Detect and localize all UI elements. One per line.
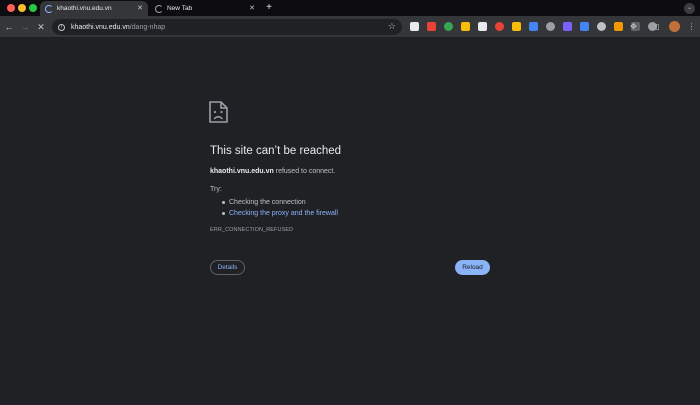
extension-icon-7[interactable]: [512, 22, 521, 31]
error-message-text: refused to connect.: [273, 168, 336, 175]
browser-window: khaothi.vnu.edu.vn ✕ New Tab ✕ + ⌄ ← → ✕…: [0, 0, 700, 405]
extension-icon-6[interactable]: [495, 22, 504, 31]
loading-spinner-icon: [45, 4, 53, 13]
suggestion-check-proxy-link[interactable]: Checking the proxy and the firewall: [229, 210, 338, 217]
tab-new-tab[interactable]: New Tab ✕: [150, 1, 260, 16]
sad-page-icon: [209, 101, 228, 123]
extension-icon-13[interactable]: [614, 22, 623, 31]
window-maximize-button[interactable]: [29, 4, 37, 12]
tab-search-chevron-icon[interactable]: ⌄: [684, 3, 695, 14]
extensions-puzzle-icon[interactable]: ✥: [628, 21, 639, 32]
extension-icon-3[interactable]: [444, 22, 453, 31]
tab-khaothi[interactable]: khaothi.vnu.edu.vn ✕: [40, 1, 148, 16]
error-page: This site can’t be reached khaothi.vnu.e…: [0, 38, 700, 405]
error-host: khaothi.vnu.edu.vn: [210, 168, 274, 175]
extension-icon-10[interactable]: [563, 22, 572, 31]
forward-arrow-icon[interactable]: →: [19, 21, 31, 33]
tab-strip: khaothi.vnu.edu.vn ✕ New Tab ✕ + ⌄: [0, 0, 700, 16]
bookmark-star-icon[interactable]: ☆: [388, 21, 396, 32]
stop-loading-icon[interactable]: ✕: [35, 21, 47, 33]
tab-title: khaothi.vnu.edu.vn: [57, 5, 112, 12]
suggestion-list: Checking the connection Checking the pro…: [222, 197, 338, 219]
extension-icon-4[interactable]: [461, 22, 470, 31]
more-menu-icon[interactable]: ⋮: [686, 21, 697, 32]
close-icon[interactable]: ✕: [137, 5, 143, 12]
window-minimize-button[interactable]: [18, 4, 26, 12]
extension-icon-11[interactable]: [580, 22, 589, 31]
extension-icon-5[interactable]: [478, 22, 487, 31]
profile-avatar-icon[interactable]: [669, 21, 680, 32]
details-button[interactable]: Details: [210, 260, 245, 275]
page-title: This site can’t be reached: [210, 145, 342, 157]
error-message: khaothi.vnu.edu.vn refused to connect.: [210, 168, 335, 175]
extension-icon-9[interactable]: [546, 22, 555, 31]
extension-icon-2[interactable]: [427, 22, 436, 31]
extension-icon-1[interactable]: [410, 22, 419, 31]
list-item: Checking the proxy and the firewall: [222, 208, 338, 219]
close-icon[interactable]: ✕: [249, 5, 255, 12]
url-host: khaothi.vnu.edu.vn: [71, 23, 130, 31]
address-bar[interactable]: i khaothi.vnu.edu.vn /dang-nhap ☆: [52, 19, 402, 35]
new-tab-button[interactable]: +: [263, 1, 275, 14]
side-panel-icon[interactable]: ▯: [652, 21, 663, 32]
site-info-icon[interactable]: i: [58, 23, 65, 31]
toolbar: ← → ✕ i khaothi.vnu.edu.vn /dang-nhap ☆ …: [0, 16, 700, 38]
reload-button[interactable]: Reload: [455, 260, 490, 275]
tab-title: New Tab: [167, 5, 193, 12]
extension-icon-12[interactable]: [597, 22, 606, 31]
try-label: Try:: [210, 186, 222, 193]
url-path: /dang-nhap: [129, 23, 166, 31]
loading-spinner-icon: [155, 4, 163, 13]
error-code: ERR_CONNECTION_REFUSED: [210, 227, 294, 233]
back-arrow-icon[interactable]: ←: [3, 21, 15, 33]
extension-icon-8[interactable]: [529, 22, 538, 31]
window-close-button[interactable]: [7, 4, 15, 12]
list-item: Checking the connection: [222, 197, 338, 208]
suggestion-check-connection: Checking the connection: [229, 199, 306, 206]
